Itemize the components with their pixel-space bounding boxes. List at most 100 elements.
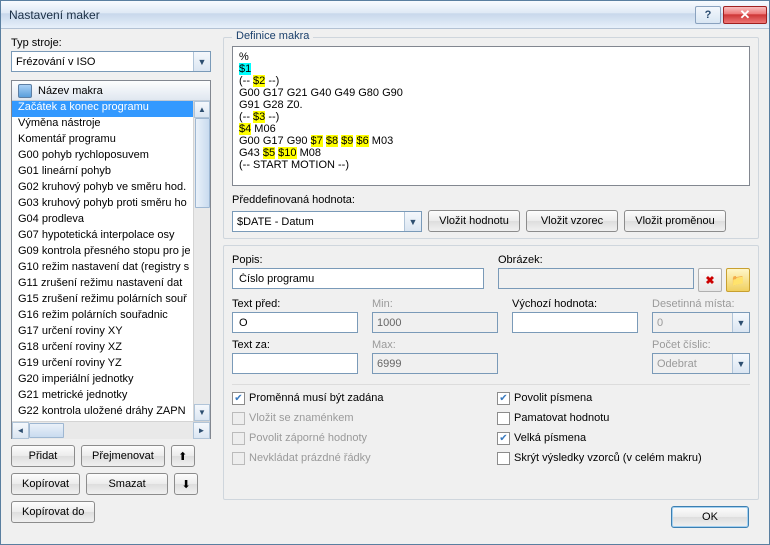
list-header[interactable]: Název makra — [12, 81, 210, 101]
list-item[interactable]: G04 prodleva — [12, 213, 193, 229]
default-input[interactable] — [512, 312, 638, 333]
chk-upper-label: Velká písmena — [514, 432, 586, 444]
browse-image-button[interactable]: 📁 — [726, 268, 750, 292]
default-field[interactable] — [517, 316, 633, 330]
predef-value: $DATE - Datum — [237, 216, 314, 228]
list-vscroll[interactable]: ▲ ▼ — [193, 101, 210, 421]
macro-listbox[interactable]: Název makra Začátek a konec programuVýmě… — [11, 80, 211, 439]
move-up-button[interactable]: ⬆ — [171, 445, 195, 467]
scroll-right-icon[interactable]: ► — [193, 422, 210, 439]
list-item[interactable]: Komentář programu — [12, 133, 193, 149]
decimals-label: Desetinná místa: — [652, 298, 750, 310]
chk-noempty-label: Nevkládat prázdné řádky — [249, 452, 371, 464]
insert-variable-button[interactable]: Vložit proměnou — [624, 210, 726, 232]
list-item[interactable]: G11 zrušení režimu nastavení dat — [12, 277, 193, 293]
arrow-up-icon: ⬆ — [178, 450, 187, 463]
chk-remember[interactable] — [497, 412, 510, 425]
titlebar: Nastavení maker ? ✕ — [1, 1, 769, 29]
list-item[interactable]: G20 imperiální jednotky — [12, 373, 193, 389]
desc-field[interactable] — [237, 272, 479, 286]
predef-label: Předdefinovaná hodnota: — [232, 194, 750, 206]
close-icon: ✖ — [705, 274, 714, 287]
chk-upper[interactable]: ✔ — [497, 432, 510, 445]
chk-signed — [232, 412, 245, 425]
list-item[interactable]: G15 zrušení režimu polárních souř — [12, 293, 193, 309]
max-value: 6999 — [372, 353, 498, 374]
image-label: Obrázek: — [498, 254, 750, 266]
chk-noempty — [232, 452, 245, 465]
list-item[interactable]: G09 kontrola přesného stopu pro je — [12, 245, 193, 261]
min-label: Min: — [372, 298, 498, 310]
help-button[interactable]: ? — [695, 6, 721, 24]
machine-type-value: Frézování v ISO — [16, 56, 95, 68]
list-item[interactable]: Začátek a konec programu — [12, 101, 193, 117]
min-value: 1000 — [372, 312, 498, 333]
chk-letters-label: Povolit písmena — [514, 392, 592, 404]
text-before-field[interactable] — [237, 316, 353, 330]
image-path — [498, 268, 694, 289]
folder-icon: 📁 — [731, 274, 745, 287]
move-down-button[interactable]: ⬇ — [174, 473, 198, 495]
vscroll-thumb[interactable] — [195, 118, 210, 208]
list-item[interactable]: G22 kontrola uložené dráhy ZAPN — [12, 405, 193, 421]
list-item[interactable]: G03 kruhový pohyb proti směru ho — [12, 197, 193, 213]
list-item[interactable]: G01 lineární pohyb — [12, 165, 193, 181]
window-title: Nastavení maker — [9, 8, 693, 22]
machine-type-combo[interactable]: Frézování v ISO ▼ — [11, 51, 211, 72]
chevron-down-icon: ▼ — [193, 52, 210, 71]
chevron-down-icon: ▼ — [732, 354, 749, 373]
list-item[interactable]: G00 pohyb rychloposuvem — [12, 149, 193, 165]
copy-to-button[interactable]: Kopírovat do — [11, 501, 95, 523]
clear-image-button[interactable]: ✖ — [698, 268, 722, 292]
text-after-label: Text za: — [232, 339, 358, 351]
max-label: Max: — [372, 339, 498, 351]
decimals-value: 0 — [657, 317, 663, 329]
scroll-left-icon[interactable]: ◄ — [12, 422, 29, 439]
chk-signed-label: Vložit se znaménkem — [249, 412, 354, 424]
text-after-input[interactable] — [232, 353, 358, 374]
desc-label: Popis: — [232, 254, 484, 266]
decimals-combo: 0 ▼ — [652, 312, 750, 333]
delete-button[interactable]: Smazat — [86, 473, 168, 495]
digits-combo: Odebrat ▼ — [652, 353, 750, 374]
list-item[interactable]: G21 metrické jednotky — [12, 389, 193, 405]
scroll-up-icon[interactable]: ▲ — [194, 101, 210, 118]
list-item[interactable]: Výměna nástroje — [12, 117, 193, 133]
arrow-down-icon: ⬇ — [181, 478, 190, 491]
ok-button[interactable]: OK — [671, 506, 749, 528]
list-item[interactable]: G17 určení roviny XY — [12, 325, 193, 341]
default-label: Výchozí hodnota: — [512, 298, 638, 310]
insert-value-button[interactable]: Vložit hodnotu — [428, 210, 520, 232]
chk-letters[interactable]: ✔ — [497, 392, 510, 405]
desc-input[interactable] — [232, 268, 484, 289]
list-item[interactable]: G16 režim polárních souřadnic — [12, 309, 193, 325]
hscroll-thumb[interactable] — [29, 423, 64, 438]
scroll-down-icon[interactable]: ▼ — [194, 404, 210, 421]
add-button[interactable]: Přidat — [11, 445, 75, 467]
close-button[interactable]: ✕ — [723, 6, 767, 24]
text-after-field[interactable] — [237, 357, 353, 371]
digits-label: Počet číslic: — [652, 339, 750, 351]
chk-must-enter[interactable]: ✔ — [232, 392, 245, 405]
chk-remember-label: Pamatovat hodnotu — [514, 412, 609, 424]
definition-group: Definice makra %$1(-- $2 --)G00 G17 G21 … — [223, 37, 759, 239]
list-item[interactable]: G02 kruhový pohyb ve směru hod. — [12, 181, 193, 197]
list-item[interactable]: G18 určení roviny XZ — [12, 341, 193, 357]
predef-combo[interactable]: $DATE - Datum ▼ — [232, 211, 422, 232]
rename-button[interactable]: Přejmenovat — [81, 445, 165, 467]
chk-hide[interactable] — [497, 452, 510, 465]
definition-title: Definice makra — [232, 30, 313, 42]
digits-value: Odebrat — [657, 358, 697, 370]
text-before-input[interactable] — [232, 312, 358, 333]
copy-button[interactable]: Kopírovat — [11, 473, 80, 495]
list-item[interactable]: G07 hypotetická interpolace osy — [12, 229, 193, 245]
chevron-down-icon: ▼ — [404, 212, 421, 231]
properties-group: Popis: Obrázek: ✖ 📁 Text před: — [223, 245, 759, 500]
text-before-label: Text před: — [232, 298, 358, 310]
list-item[interactable]: G10 režim nastavení dat (registry s — [12, 261, 193, 277]
list-header-icon — [18, 84, 32, 98]
insert-pattern-button[interactable]: Vložit vzorec — [526, 210, 618, 232]
list-item[interactable]: G19 určení roviny YZ — [12, 357, 193, 373]
macro-editor[interactable]: %$1(-- $2 --)G00 G17 G21 G40 G49 G80 G90… — [232, 46, 750, 186]
list-hscroll[interactable]: ◄ ► — [12, 421, 210, 438]
